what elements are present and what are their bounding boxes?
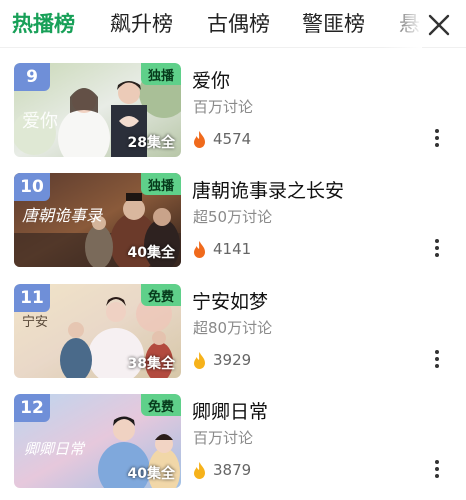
rank-badge: 10: [14, 173, 50, 201]
poster-thumbnail[interactable]: 唐朝诡事录 10 独播 40集全: [14, 173, 181, 267]
rank-badge: 12: [14, 394, 50, 422]
flame-icon: [194, 240, 205, 258]
rank-badge: 11: [14, 284, 50, 312]
episode-count: 40集全: [127, 466, 175, 482]
exclusive-badge: 独播: [140, 63, 181, 85]
rank-badge: 9: [14, 63, 50, 91]
heat-score: 3879: [193, 460, 251, 480]
more-options-button[interactable]: [426, 346, 448, 372]
heat-value: 3929: [213, 351, 252, 369]
poster-thumbnail[interactable]: 宁安 11 免费 38集全: [14, 284, 181, 378]
tab-fade-overlay: [382, 0, 422, 48]
discussion-count: 超50万讨论: [193, 208, 273, 226]
list-item[interactable]: 卿卿日常 12 免费 40集全 卿卿日常 百万讨论 3879: [0, 394, 466, 494]
more-options-button[interactable]: [426, 456, 448, 482]
tab-crime[interactable]: 警匪榜: [302, 10, 365, 38]
show-title[interactable]: 爱你: [192, 69, 230, 93]
show-title[interactable]: 卿卿日常: [192, 400, 268, 424]
heat-score: 3929: [193, 350, 251, 370]
more-vertical-icon: [435, 350, 439, 368]
episode-count: 38集全: [127, 356, 175, 372]
episode-count: 40集全: [127, 245, 175, 261]
heat-score: 4574: [193, 129, 251, 149]
poster-thumbnail[interactable]: 卿卿日常 12 免费 40集全: [14, 394, 181, 488]
flame-icon: [194, 130, 205, 148]
tab-hot[interactable]: 热播榜: [12, 10, 75, 38]
discussion-count: 超80万讨论: [193, 319, 273, 337]
heat-score: 4141: [193, 239, 251, 259]
tab-costume-romance[interactable]: 古偶榜: [207, 10, 270, 38]
more-vertical-icon: [435, 460, 439, 478]
free-badge: 免费: [140, 284, 181, 306]
svg-text:爱你: 爱你: [22, 111, 58, 132]
more-vertical-icon: [435, 129, 439, 147]
show-title[interactable]: 唐朝诡事录之长安: [192, 179, 344, 203]
close-icon: [428, 14, 450, 36]
discussion-count: 百万讨论: [193, 429, 254, 447]
close-button[interactable]: [422, 8, 456, 42]
show-title[interactable]: 宁安如梦: [192, 290, 268, 314]
flame-icon: [194, 461, 205, 479]
discussion-count: 百万讨论: [193, 98, 254, 116]
more-options-button[interactable]: [426, 235, 448, 261]
svg-text:卿卿日常: 卿卿日常: [24, 440, 86, 458]
svg-text:唐朝诡事录: 唐朝诡事录: [22, 206, 103, 225]
heat-value: 3879: [213, 461, 252, 479]
free-badge: 免费: [140, 394, 181, 416]
more-options-button[interactable]: [426, 125, 448, 151]
heat-value: 4141: [213, 240, 252, 258]
more-vertical-icon: [435, 239, 439, 257]
poster-thumbnail[interactable]: 爱你 9 独播 28集全: [14, 63, 181, 157]
heat-value: 4574: [213, 130, 252, 148]
list-item[interactable]: 爱你 9 独播 28集全 爱你 百万讨论 4574: [0, 63, 466, 163]
ranking-tab-bar: 热播榜 飙升榜 古偶榜 警匪榜 悬: [0, 0, 466, 48]
svg-text:宁安: 宁安: [22, 314, 48, 330]
list-item[interactable]: 宁安 11 免费 38集全 宁安如梦 超80万讨论 3929: [0, 284, 466, 384]
tab-rising[interactable]: 飙升榜: [110, 10, 173, 38]
episode-count: 28集全: [127, 135, 175, 151]
list-item[interactable]: 唐朝诡事录 10 独播 40集全 唐朝诡事录之长安 超50万讨论 4141: [0, 173, 466, 273]
flame-icon: [194, 351, 205, 369]
exclusive-badge: 独播: [140, 173, 181, 195]
